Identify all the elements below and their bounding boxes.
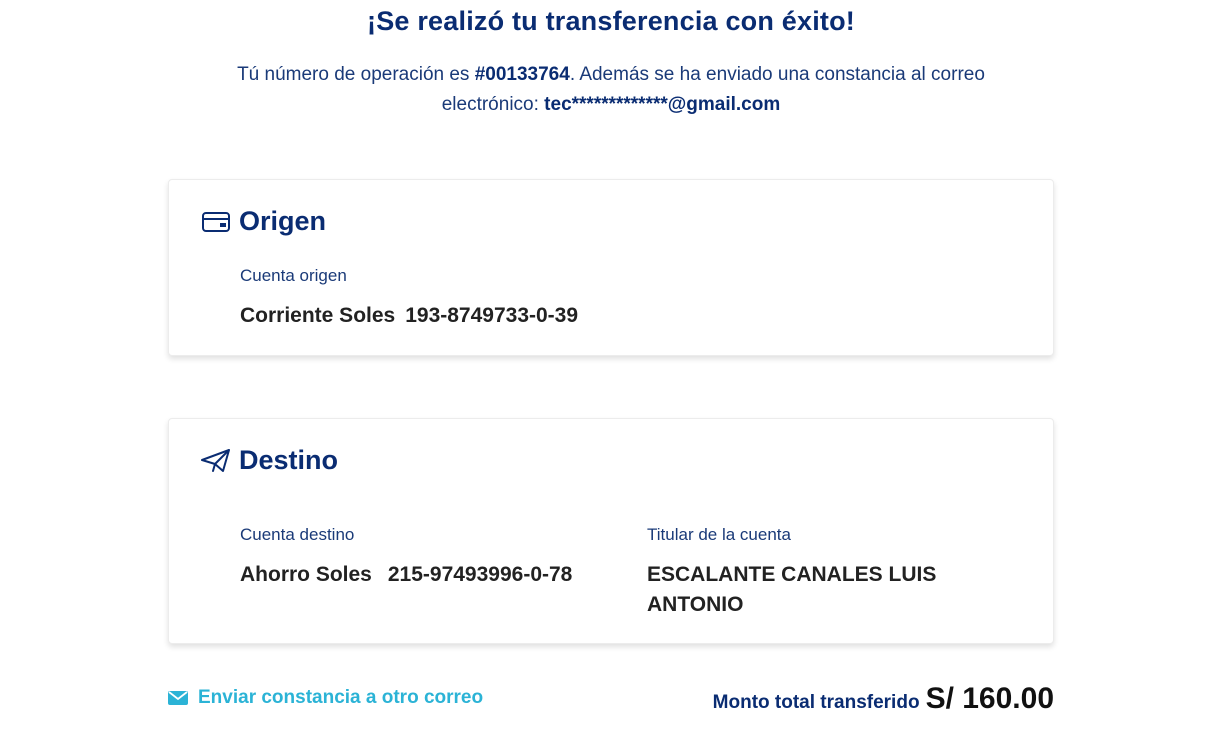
mail-icon bbox=[168, 690, 188, 706]
destination-account-label: Cuenta destino bbox=[240, 525, 355, 544]
transfer-success-page: ¡Se realizó tu transferencia con éxito! … bbox=[0, 0, 1212, 733]
holder-name: ESCALANTE CANALES LUIS ANTONIO bbox=[647, 563, 937, 616]
operation-summary: Tú número de operación es #00133764. Ade… bbox=[226, 60, 996, 120]
origin-account-type: Corriente Soles bbox=[240, 304, 396, 327]
send-receipt-link[interactable]: Enviar constancia a otro correo bbox=[168, 687, 483, 709]
paper-plane-icon bbox=[201, 446, 231, 476]
credit-card-icon bbox=[201, 207, 231, 237]
operation-prefix: Tú número de operación es bbox=[237, 64, 475, 85]
origin-account-label: Cuenta origen bbox=[240, 266, 347, 285]
origin-account-number: 193-8749733-0-39 bbox=[405, 304, 579, 327]
operation-number: #00133764 bbox=[474, 64, 570, 85]
origin-header: Origen bbox=[201, 206, 326, 237]
send-receipt-label: Enviar constancia a otro correo bbox=[198, 687, 484, 708]
destination-account-number: 215-97493996-0-78 bbox=[387, 563, 573, 586]
origin-title: Origen bbox=[239, 206, 327, 236]
origin-account-value: Corriente Soles 193-8749733-0-39 bbox=[240, 301, 578, 331]
page-title: ¡Se realizó tu transferencia con éxito! bbox=[367, 6, 855, 36]
destination-title: Destino bbox=[239, 445, 339, 475]
destination-account-type: Ahorro Soles bbox=[240, 563, 372, 586]
destination-card: Destino Cuenta destino Ahorro Soles 215-9… bbox=[168, 418, 1054, 644]
destination-header: Destino bbox=[201, 445, 338, 476]
destination-account-value: Ahorro Soles 215-97493996-0-78 bbox=[240, 560, 572, 590]
origin-card: Origen Cuenta origen Corriente Soles 193-… bbox=[168, 179, 1054, 356]
masked-email: tec*************@gmail.com bbox=[544, 94, 781, 115]
total-amount-block: Monto total transferido S/ 160.00 bbox=[713, 682, 1054, 716]
total-label: Monto total transferido bbox=[712, 692, 920, 713]
total-amount: S/ 160.00 bbox=[925, 682, 1054, 715]
holder-label: Titular de la cuenta bbox=[647, 525, 791, 544]
